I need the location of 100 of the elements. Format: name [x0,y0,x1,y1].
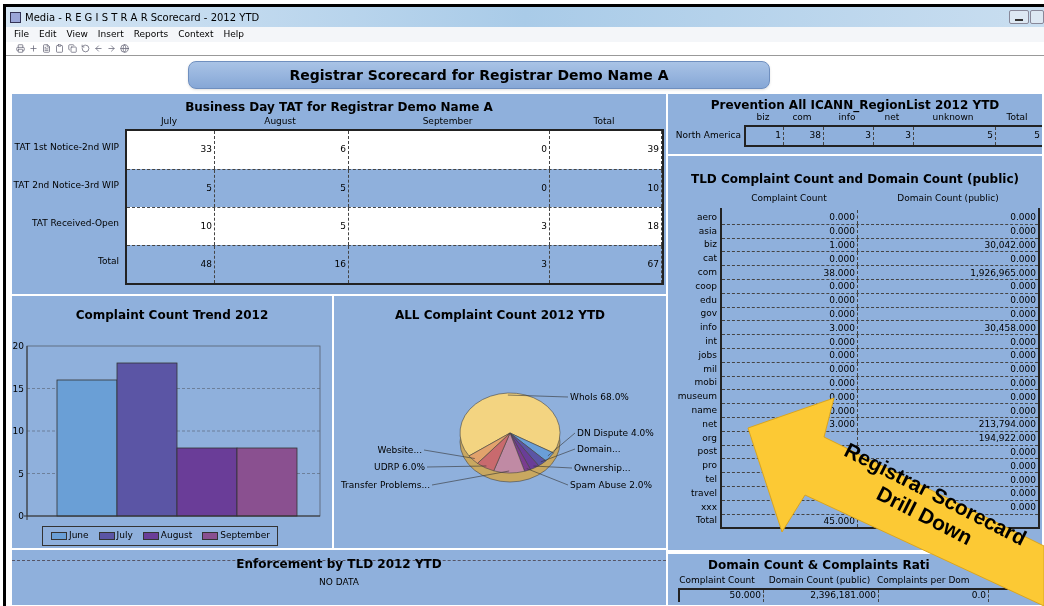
row-label: Total [695,515,717,526]
table-cell: 0.000 [1010,226,1036,237]
table-cell: 33 [127,131,215,169]
table-cell: 38 [784,127,824,145]
table-cell: 0.000 [1010,336,1036,347]
globe-icon[interactable] [120,44,129,53]
table-cell: 0.000 [829,281,855,292]
table-cell: 45.000 [823,515,855,526]
table-cell: 0.0 [879,590,989,602]
column-header: biz [755,111,771,124]
row-label: com [697,267,717,278]
panel-title: Domain Count & Complaints Rati [708,557,930,574]
column-header: com [791,112,812,124]
table-cell: 0.000 [829,336,855,347]
legend-label: August [160,529,193,543]
table-cell: 0.000 [1010,474,1036,485]
axis-tick-label: 0 [18,511,24,521]
row-label: int [705,336,717,347]
axis-tick-label: 20 [12,341,24,351]
table-cell: 0.000 [829,308,855,319]
row-label: pro [702,460,717,471]
axis-tick-label: 10 [12,426,24,436]
row-label: aero [696,211,717,222]
menu-item[interactable]: File [14,27,30,42]
row-label: museum [677,391,717,402]
column-header: July [159,115,179,128]
table-cell: 10 [127,208,215,245]
table-cell: 0.000 [829,391,855,402]
table-cell: 2,396,181.000 [764,590,879,602]
copy-icon[interactable] [68,44,77,53]
table-cell: 1 [746,127,784,145]
maximize-button[interactable] [1030,10,1044,24]
column-header: unknown [931,111,975,124]
no-data-message: NO DATA [319,576,359,589]
table-cell: 0 [349,131,550,169]
table-cell: 194,922.000 [978,433,1036,444]
panel-title: Prevention All ICANN_RegionList 2012 YTD [709,97,1001,111]
table-cell: 0.000 [829,364,855,375]
row-label: jobs [698,349,717,360]
column-header: net [884,112,900,124]
row-label: edu [700,294,717,305]
row-label: org [702,432,717,443]
table-cell: 0.000 [829,211,855,222]
undo-icon[interactable] [81,44,90,53]
plus-icon[interactable] [29,44,38,53]
table-cell: 0.000 [1010,308,1036,319]
pie-label: Domain... [577,444,621,454]
row-label: cat [703,253,717,264]
table-cell: 0.000 [1010,377,1036,388]
row-label: TAT Received-Open [31,217,119,231]
table-cell: 0.000 [1010,281,1036,292]
table-cell: 3 [824,127,874,145]
column-header: August [263,115,297,128]
table-cell: 213,794.000 [978,419,1036,430]
minimize-button[interactable] [1009,10,1029,24]
menu-item[interactable]: Edit [39,27,57,42]
column-header: Domain Count (public) [768,574,871,587]
menu-item[interactable]: View [66,27,88,42]
app-icon [10,11,21,23]
legend-label: June [69,529,89,543]
table-cell: 0.000 [829,253,855,264]
row-label: gov [700,308,717,319]
menu-item[interactable]: Context [178,27,214,42]
table-cell: 0.000 [1010,405,1036,416]
table-cell: 3 [349,246,550,283]
row-label: xxx [701,501,717,512]
table-cell: 1.000 [829,240,855,250]
table-cell: 3 [349,208,550,245]
leader-line [423,449,476,459]
panel-title: Enforcement by TLD 2012 YTD [236,556,442,573]
column-header: Complaints per Dom [877,574,970,587]
table-cell: 3.000 [829,322,855,333]
printer-icon[interactable] [16,44,25,53]
table-cell: 0.000 [1010,446,1036,457]
menu-item[interactable]: Reports [133,27,169,42]
table-cell: 3.000 [829,419,855,430]
table-cell: 50.000 [680,590,764,602]
table-cell: 0.000 [1010,253,1036,264]
row-label: mil [703,363,717,374]
table-cell: 30,458.000 [984,322,1036,333]
column-header: Complaint Count [750,192,828,205]
forward-icon[interactable] [107,44,116,53]
table-cell: 0.000 [829,377,855,388]
column-header: Complaint Count [679,574,755,587]
pie-label: WhoIs 68.0% [570,392,629,402]
row-label: mobi [694,377,717,388]
table-cell: 67 [550,246,662,283]
pie-label: Spam Abuse 2.0% [570,480,653,490]
table-cell: 0.000 [1010,211,1036,222]
chart-title: ALL Complaint Count 2012 YTD [393,307,607,324]
document-icon[interactable] [42,44,51,53]
menu-item[interactable]: Help [223,27,244,42]
back-icon[interactable] [94,44,103,53]
panel-title: Business Day TAT for Registrar Demo Name A [184,99,494,115]
pie-label: UDRP 6.0% [374,462,425,472]
leader-line [426,465,487,468]
menu-item[interactable]: Insert [97,27,124,42]
table-cell: 0.000 [1010,364,1036,375]
column-header: Total [1005,111,1029,124]
clipboard-icon[interactable] [55,44,64,53]
